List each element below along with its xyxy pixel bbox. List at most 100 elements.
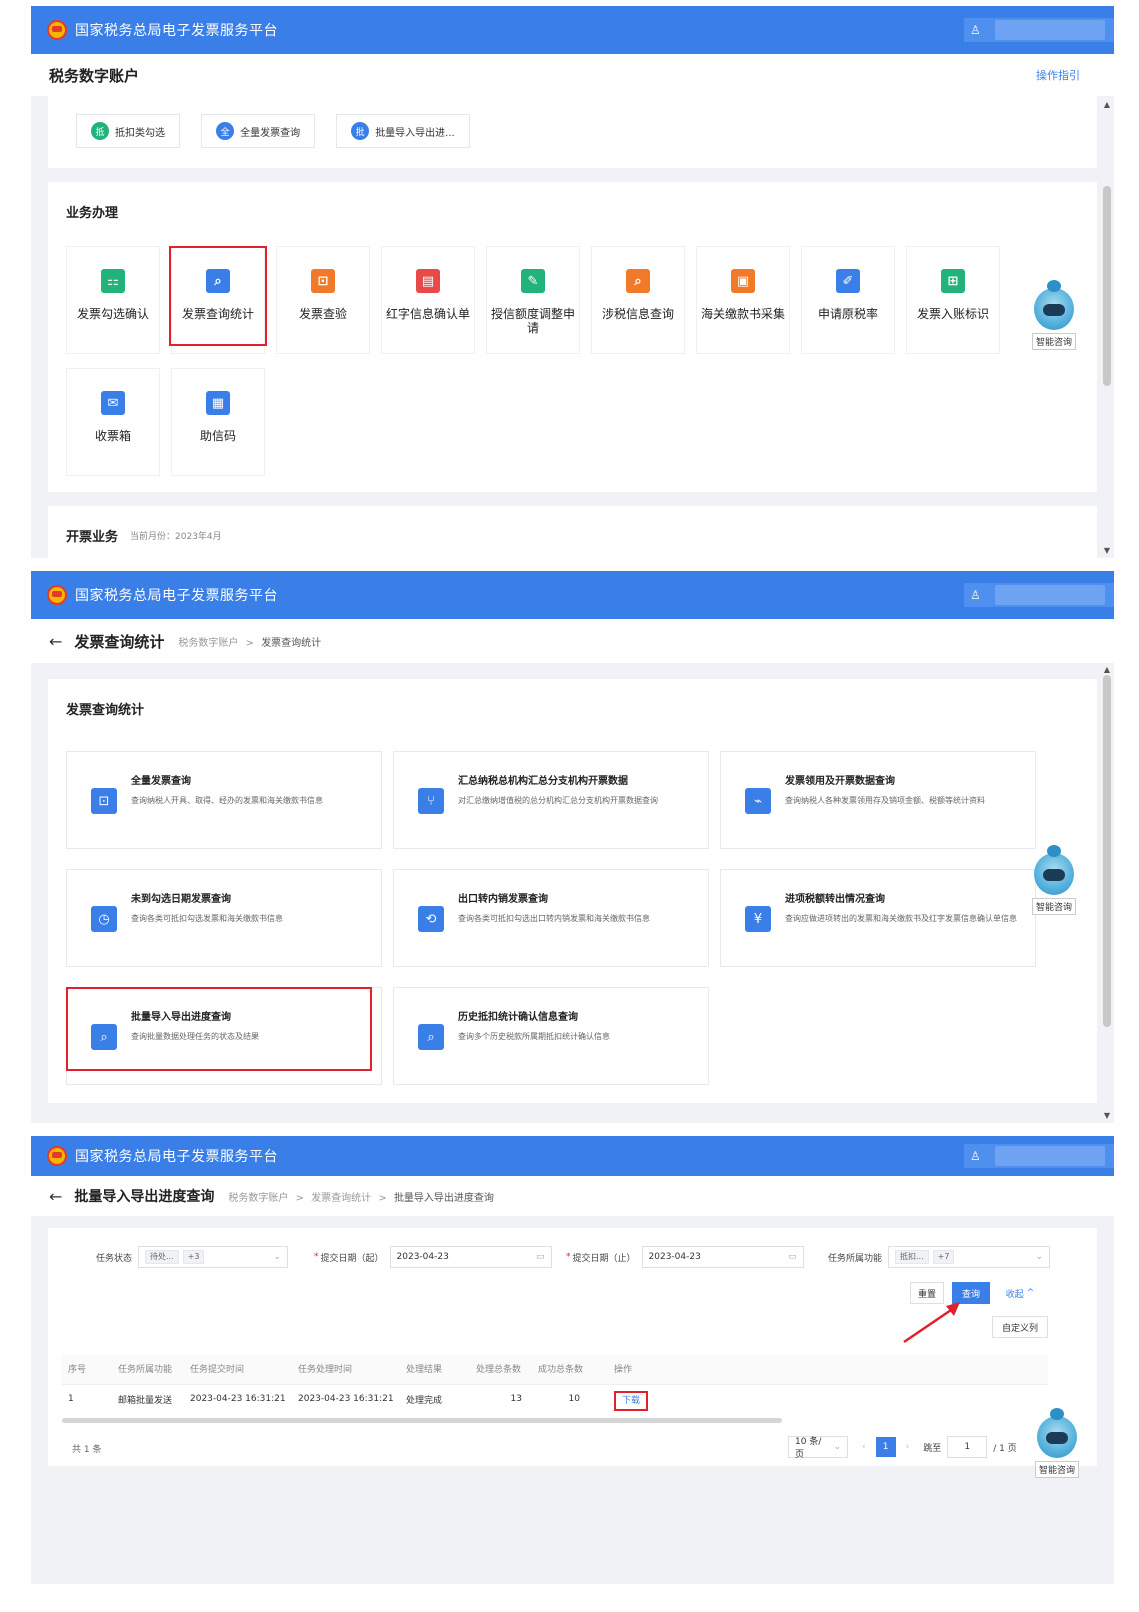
query-card-icon: ⟲ (418, 906, 444, 932)
query-card[interactable]: ⊡ 全量发票查询 查询纳税人开具、取得、经办的发票和海关缴款书信息 (66, 751, 382, 849)
horizontal-scrollbar[interactable] (62, 1418, 782, 1423)
service-tile-label: 助信码 (199, 429, 236, 443)
quick-link-label: 全量发票查询 (240, 127, 301, 139)
query-card-icon: ◷ (91, 906, 117, 932)
query-card[interactable]: ⌕ 历史抵扣统计确认信息查询 查询多个历史税款所属期抵扣统计确认信息 (393, 987, 709, 1085)
scroll-up-icon[interactable]: ▲ (1104, 100, 1110, 109)
function-select[interactable]: 抵扣... +7 ⌄ (888, 1246, 1051, 1268)
prev-page-icon[interactable]: ‹ (862, 1442, 866, 1452)
assistant-bot[interactable]: 智能咨询 (1028, 280, 1080, 350)
start-date-input[interactable]: 2023-04-23 ▭ (389, 1246, 552, 1268)
chevron-down-icon: ⌄ (273, 1252, 282, 1262)
tax-logo-icon (47, 585, 67, 605)
scrollbar[interactable] (1103, 186, 1111, 386)
service-tile[interactable]: ⌕ 涉税信息查询 (591, 246, 685, 354)
service-tile[interactable]: ⚏ 发票勾选确认 (66, 246, 160, 354)
scroll-down-icon[interactable]: ▼ (1104, 546, 1110, 555)
breadcrumb-item[interactable]: 税务数字账户 (228, 1193, 288, 1204)
service-tile-label: 涉税信息查询 (601, 307, 674, 321)
col-header: 任务所属功能 (112, 1354, 184, 1385)
cell-index: 1 (68, 1394, 74, 1405)
quick-link-batch[interactable]: 批 批量导入导出进... (336, 114, 470, 148)
table-header-row: 序号 任务所属功能 任务提交时间 任务处理时间 处理结果 处理总条数 成功总条数… (62, 1354, 1048, 1385)
col-header: 任务处理时间 (292, 1354, 400, 1385)
query-card-title: 全量发票查询 (131, 776, 191, 787)
query-card[interactable]: ¥ 进项税额转出情况查询 查询应做进项转出的发票和海关缴款书及红字发票信息确认单信息 (720, 869, 1036, 967)
service-tile-icon: ▤ (416, 269, 440, 293)
screenshot-invoice-query: 国家税务总局电子发票服务平台 ♙ ← 发票查询统计 税务数字账户 > 发票查询统… (31, 571, 1114, 1123)
status-select[interactable]: 待处... +3 ⌄ (138, 1246, 289, 1268)
platform-title: 国家税务总局电子发票服务平台 (75, 588, 278, 604)
page-1-button[interactable]: 1 (875, 1437, 896, 1457)
service-tile[interactable]: ✎ 授信额度调整申请 (486, 246, 580, 354)
scroll-up-icon[interactable]: ▲ (1104, 665, 1110, 674)
collapse-toggle[interactable]: 收起 ^ (998, 1282, 1042, 1304)
page-title: 发票查询统计 (74, 632, 165, 651)
section-title: 业务办理 (66, 206, 119, 221)
query-card-desc: 查询纳税人开具、取得、经办的发票和海关缴款书信息 (131, 796, 323, 805)
page-header: 税务数字账户 操作指引 (31, 54, 1114, 96)
service-tile-icon: ▦ (206, 391, 230, 415)
start-date-value: 2023-04-23 (396, 1252, 449, 1262)
guide-link[interactable]: 操作指引 (1036, 67, 1080, 83)
service-tile-label: 海关缴款书采集 (700, 307, 785, 321)
page-size-select[interactable]: 10 条/页 ⌄ (788, 1436, 848, 1460)
service-tile[interactable]: ▣ 海关缴款书采集 (696, 246, 790, 354)
scrollbar[interactable] (1103, 675, 1111, 1027)
highlight-box (169, 246, 267, 346)
chevron-down-icon: ⌄ (833, 1442, 841, 1452)
tax-logo-icon (47, 1146, 67, 1166)
query-card[interactable]: ⌁ 发票领用及开票数据查询 查询纳税人各种发票领用存及销项金额、税额等统计资料 (720, 751, 1036, 849)
tax-logo-icon (47, 20, 67, 40)
query-card-icon: ⌁ (745, 788, 771, 814)
download-link[interactable]: 下载 (614, 1390, 649, 1411)
service-tile[interactable]: ⊞ 发票入账标识 (906, 246, 1000, 354)
quick-link-full-query[interactable]: 全 全量发票查询 (201, 114, 316, 148)
service-tile[interactable]: ▦ 助信码 (171, 368, 265, 476)
service-tile[interactable]: ⊡ 发票查验 (276, 246, 370, 354)
service-tile-icon: ⊞ (941, 269, 965, 293)
service-tile[interactable]: ✉ 收票箱 (66, 368, 160, 476)
chevron-up-icon: ^ (1026, 1288, 1035, 1298)
calendar-icon: ▭ (536, 1252, 545, 1262)
end-date-filter: * 提交日期（止） 2023-04-23 ▭ (566, 1246, 804, 1268)
function-more-chip: +7 (932, 1250, 955, 1264)
service-tile-icon: ⌕ (626, 269, 650, 293)
scroll-down-icon[interactable]: ▼ (1104, 1111, 1110, 1120)
billing-title: 开票业务 (66, 530, 119, 545)
highlight-box (66, 987, 372, 1071)
breadcrumb-root[interactable]: 税务数字账户 (178, 638, 238, 649)
back-arrow-icon[interactable]: ← (49, 1187, 62, 1206)
top-header: 国家税务总局电子发票服务平台 ♙ (31, 571, 1114, 619)
col-header: 序号 (62, 1354, 112, 1385)
collapse-label: 收起 (1005, 1289, 1024, 1300)
query-card-title: 发票领用及开票数据查询 (785, 776, 895, 787)
end-date-value: 2023-04-23 (648, 1252, 701, 1262)
user-menu[interactable]: ♙ (964, 583, 1114, 607)
custom-columns-button[interactable]: 自定义列 (992, 1316, 1048, 1338)
user-menu[interactable]: ♙ (964, 18, 1114, 42)
col-header: 处理结果 (400, 1354, 470, 1385)
assistant-bot[interactable]: 智能咨询 (1028, 845, 1080, 915)
page-header: ← 发票查询统计 税务数字账户 > 发票查询统计 (31, 619, 1114, 663)
cell-function: 邮箱批量发送 (118, 1395, 173, 1406)
section-title: 发票查询统计 (66, 703, 145, 718)
back-arrow-icon[interactable]: ← (49, 632, 62, 651)
query-card[interactable]: ◷ 未到勾选日期发票查询 查询各类可抵扣勾选发票和海关缴款书信息 (66, 869, 382, 967)
service-tile-label: 发票勾选确认 (76, 307, 149, 321)
status-chip: 待处... (145, 1250, 179, 1264)
query-card[interactable]: ⟲ 出口转内销发票查询 查询各类可抵扣勾选出口转内销发票和海关缴款书信息 (393, 869, 709, 967)
query-card[interactable]: ⑂ 汇总纳税总机构汇总分支机构开票数据 对汇总缴纳增值税的总分机构汇总分支机构开票数… (393, 751, 709, 849)
user-menu[interactable]: ♙ (964, 1144, 1114, 1168)
username-masked (994, 20, 1105, 40)
breadcrumb-current: 批量导入导出进度查询 (393, 1192, 494, 1204)
breadcrumb-item[interactable]: 发票查询统计 (311, 1193, 371, 1204)
service-tile[interactable]: ✐ 申请原税率 (801, 246, 895, 354)
next-page-icon[interactable]: › (906, 1442, 910, 1452)
quick-link-deduction[interactable]: 抵 抵扣类勾选 (76, 114, 180, 148)
service-tile[interactable]: ▤ 红字信息确认单 (381, 246, 475, 354)
query-card-title: 进项税额转出情况查询 (785, 894, 885, 905)
assistant-bot[interactable]: 智能咨询 (1031, 1408, 1083, 1478)
jump-input[interactable]: 1 (947, 1436, 988, 1458)
end-date-input[interactable]: 2023-04-23 ▭ (641, 1246, 804, 1268)
